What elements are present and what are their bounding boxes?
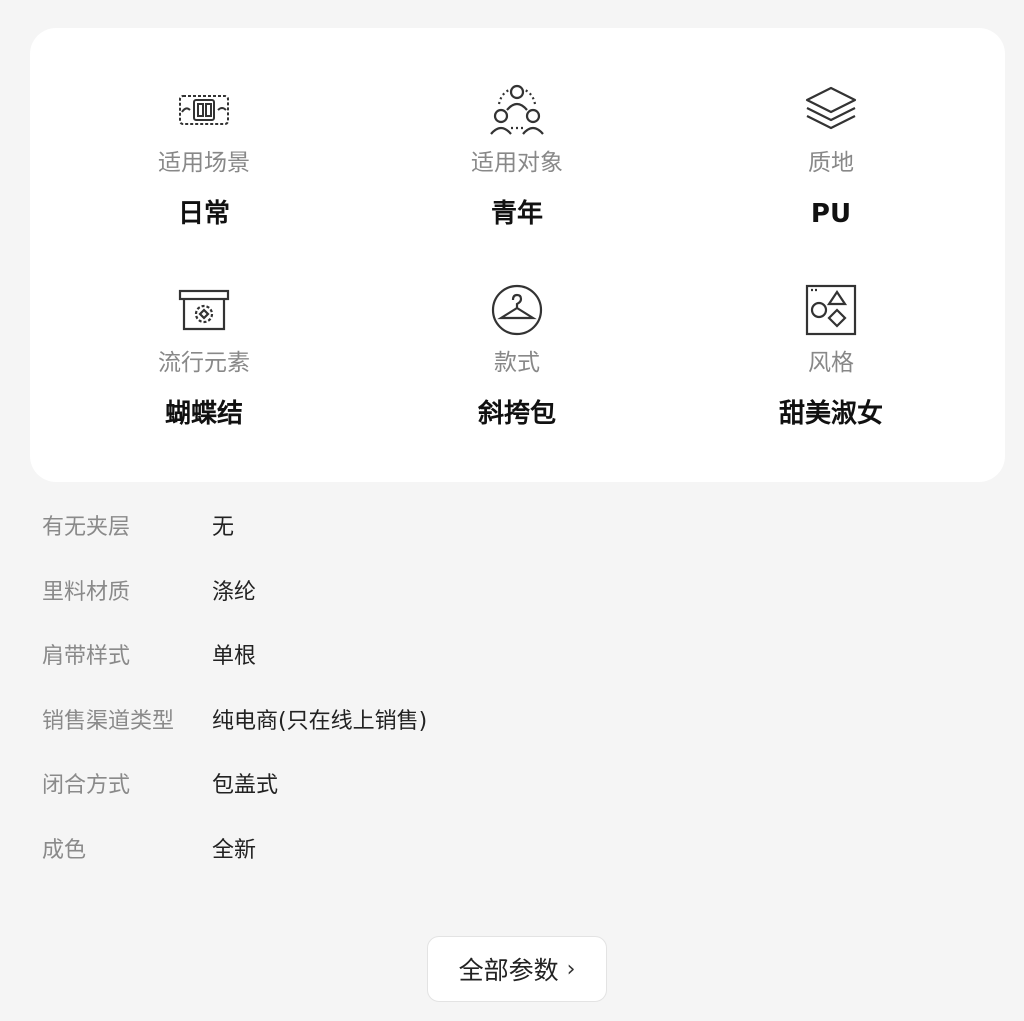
attr-label: 适用对象 [471,150,563,176]
attr-value: 斜挎包 [477,399,556,429]
box-icon [174,280,234,340]
scene-icon [174,80,234,140]
param-key: 有无夹层 [42,515,131,540]
param-row: 有无夹层 无 [42,506,942,571]
all-params-label: 全部参数 [458,956,559,985]
param-key: 里料材质 [42,579,131,605]
shapes-icon [801,280,861,340]
attr-style-type: 款式 斜挎包 [397,280,637,430]
param-row: 成色 全新 [42,829,942,894]
attr-value: 甜美淑女 [778,399,883,429]
param-row: 闭合方式 包盖式 [42,764,942,829]
param-row: 肩带样式 单根 [42,635,942,700]
attr-value: 日常 [177,199,230,229]
attr-target-user: 适用对象 青年 [397,80,637,230]
product-params-page: 适用场景 日常 适用对象 青年 质地 PU 流行元素 蝴蝶结 款式 斜挎包 风格… [0,0,1024,1021]
param-value: 单根 [212,644,257,669]
param-key: 闭合方式 [42,773,131,798]
attr-value: PU [810,199,852,229]
param-value: 全新 [212,837,257,863]
attr-trend-element: 流行元素 蝴蝶结 [84,280,324,430]
key-attributes-card: 适用场景 日常 适用对象 青年 质地 PU 流行元素 蝴蝶结 款式 斜挎包 风格… [30,28,1005,482]
param-key: 成色 [42,837,87,863]
attr-value: 蝴蝶结 [164,399,243,429]
hanger-icon [487,280,547,340]
all-params-button[interactable]: 全部参数 › [427,936,607,1002]
chevron-right-icon: › [566,956,576,982]
attr-label: 风格 [808,350,854,376]
param-row: 里料材质 涤纶 [42,571,942,636]
layers-icon [801,80,861,140]
people-icon [487,80,547,140]
attr-label: 质地 [808,150,854,176]
attr-value: 青年 [490,199,543,229]
param-value: 纯电商(只在线上销售) [212,708,428,734]
attr-label: 款式 [494,350,540,376]
attr-material: 质地 PU [711,80,951,230]
attr-scene: 适用场景 日常 [84,80,324,230]
param-row: 销售渠道类型 纯电商(只在线上销售) [42,700,942,765]
param-key: 肩带样式 [42,644,131,669]
param-value: 无 [212,515,235,540]
attr-label: 流行元素 [158,350,250,376]
param-value: 涤纶 [212,579,257,605]
attr-label: 适用场景 [158,150,250,176]
attr-style: 风格 甜美淑女 [711,280,951,430]
param-value: 包盖式 [212,773,279,798]
param-key: 销售渠道类型 [42,708,175,734]
param-list: 有无夹层 无 里料材质 涤纶 肩带样式 单根 销售渠道类型 纯电商(只在线上销售… [42,506,942,893]
